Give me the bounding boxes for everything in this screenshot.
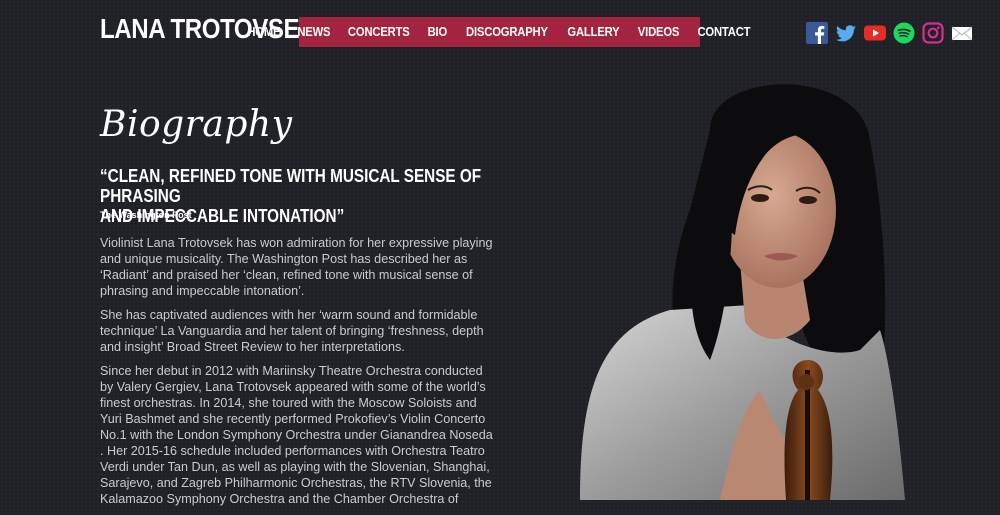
- youtube-icon[interactable]: [864, 22, 886, 44]
- email-icon[interactable]: [951, 22, 973, 44]
- instagram-icon[interactable]: [922, 22, 944, 44]
- press-quote-line1: “CLEAN, REFINED TONE WITH MUSICAL SENSE …: [100, 166, 482, 206]
- twitter-icon[interactable]: [835, 22, 857, 44]
- nav-concerts[interactable]: CONCERTS: [342, 25, 415, 39]
- facebook-icon[interactable]: [806, 22, 828, 44]
- nav-gallery[interactable]: GALLERY: [562, 25, 626, 39]
- quote-source: The Washington Post: [100, 210, 192, 220]
- nav-discography[interactable]: DISCOGRAPHY: [460, 25, 553, 39]
- nav-home[interactable]: HOME: [241, 25, 286, 39]
- nav-bio[interactable]: BIO: [422, 25, 453, 39]
- bio-paragraph-1: Violinist Lana Trotovsek has won admirat…: [100, 236, 493, 298]
- nav-videos[interactable]: VIDEOS: [632, 25, 685, 39]
- bio-text: Violinist Lana Trotovsek has won admirat…: [100, 235, 495, 515]
- page-heading: Biography: [100, 104, 293, 145]
- nav-news[interactable]: NEWS: [291, 25, 336, 39]
- main-nav: HOME NEWS CONCERTS BIO DISCOGRAPHY GALLE…: [247, 17, 751, 47]
- artist-photo: [580, 84, 905, 500]
- nav-contact[interactable]: CONTACT: [692, 25, 757, 39]
- bio-paragraph-2: She has captivated audiences with her ‘w…: [100, 308, 484, 354]
- bio-paragraph-3: Since her debut in 2012 with Mariinsky T…: [100, 364, 493, 506]
- social-links: [806, 22, 973, 44]
- spotify-icon[interactable]: [893, 22, 915, 44]
